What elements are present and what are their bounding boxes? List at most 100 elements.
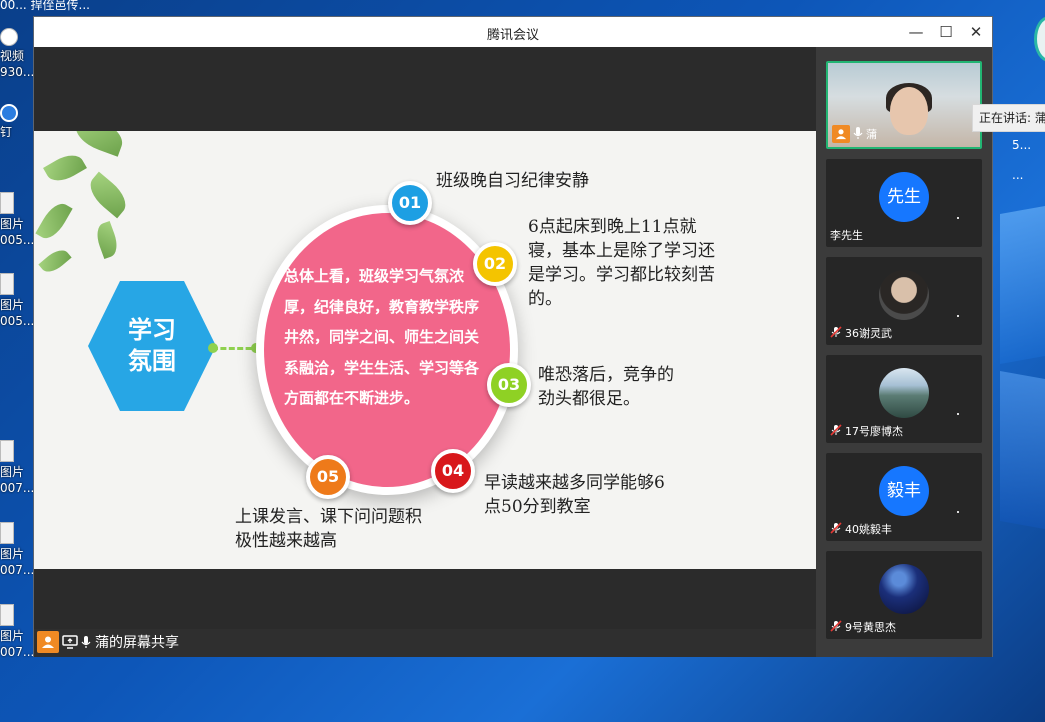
desktop-icon-label: 007... <box>0 481 35 495</box>
window-title: 腾讯会议 <box>486 28 539 43</box>
participant-panel: 蒲 先生 李先生 36谢灵武 17号廖博杰 毅丰 40姚毅丰 9号黄思杰 <box>816 47 992 657</box>
desktop-icon-image[interactable]: 图片 005... <box>0 273 34 329</box>
item-text-02: 6点起床到晚上11点就寝，基本上是除了学习还是学习。学习都比较刻苦的。 <box>528 217 715 309</box>
meeting-window: 腾讯会议 — ☐ ✕ 学习 氛围 总体上看，班级学习气氛浓厚，纪律良好，教育教学… <box>33 16 993 657</box>
desktop-right-fragment: ... <box>1012 168 1024 182</box>
desktop-right-fragment: 5... <box>1012 138 1032 152</box>
item-badge-04: 04 <box>431 449 475 493</box>
avatar: 先生 <box>879 172 929 222</box>
status-dot <box>957 315 959 317</box>
participant-tile[interactable]: 先生 李先生 <box>826 159 982 247</box>
mic-muted-icon <box>830 521 842 537</box>
avatar: 毅丰 <box>879 466 929 516</box>
leaf-decoration <box>92 220 122 260</box>
windows-logo-decoration <box>1000 371 1045 529</box>
desktop-icon-label: 930... <box>0 65 35 79</box>
leaf-decoration <box>43 148 87 188</box>
mic-icon <box>81 635 91 649</box>
file-icon <box>0 28 18 46</box>
desktop-icon-label: 005... <box>0 233 35 247</box>
participant-name-row: 9号黄思杰 <box>830 619 896 635</box>
screen-share-stage[interactable]: 学习 氛围 总体上看，班级学习气氛浓厚，纪律良好，教育教学秩序井然，同学之间、师… <box>34 47 816 657</box>
topic-title-line: 学习 <box>128 316 176 344</box>
item-badge-02: 02 <box>473 242 517 286</box>
image-file-icon <box>0 192 14 214</box>
connector-dot <box>208 343 218 353</box>
desktop-icon-label: 钉 <box>0 125 13 139</box>
screen-share-label: 蒲的屏幕共享 <box>95 635 179 651</box>
image-file-icon <box>0 522 14 544</box>
participant-tile[interactable]: 9号黄思杰 <box>826 551 982 639</box>
participant-name-row: 36谢灵武 <box>830 325 892 341</box>
desktop-icon-label: 007... <box>0 645 35 659</box>
user-icon <box>832 125 850 143</box>
screen-share-label-bar[interactable]: 蒲的屏幕共享 <box>37 630 179 654</box>
mic-muted-icon <box>830 423 842 439</box>
minimize-button[interactable]: — <box>904 20 928 44</box>
participant-name: 李先生 <box>830 229 863 242</box>
avatar <box>879 564 929 614</box>
avatar <box>879 368 929 418</box>
desktop-icon-label: 图片 <box>0 298 25 312</box>
participant-name-row: 17号廖博杰 <box>830 423 903 439</box>
image-file-icon <box>0 273 14 295</box>
mic-icon <box>853 126 863 143</box>
participant-name-row: 蒲 <box>832 125 877 143</box>
leaf-decoration <box>38 245 72 277</box>
desktop-icon-label: 005... <box>0 314 35 328</box>
participant-name: 9号黄思杰 <box>845 621 896 634</box>
item-text-03: 唯恐落后，竞争的劲头都很足。 <box>538 365 674 409</box>
desktop-icon-label: 图片 <box>0 465 25 479</box>
desktop-icon-video[interactable]: 视频 930... <box>0 28 34 80</box>
desktop-icon-label: 视频 <box>0 49 25 63</box>
item-text-01: 班级晚自习纪律安静 <box>436 171 589 191</box>
leaf-decoration <box>70 131 128 157</box>
leaf-decoration <box>83 171 133 219</box>
speaking-tooltip: 正在讲话: 蒲 <box>972 104 1045 132</box>
desktop-icon-label: 图片 <box>0 217 25 231</box>
participant-tile[interactable]: 蒲 <box>826 61 982 149</box>
leaf-decoration <box>35 198 73 244</box>
avatar <box>879 270 929 320</box>
user-icon <box>37 631 59 653</box>
status-dot <box>957 413 959 415</box>
item-badge-05: 05 <box>306 455 350 499</box>
participant-name: 36谢灵武 <box>845 327 892 340</box>
close-button[interactable]: ✕ <box>964 20 988 44</box>
participant-name-row: 40姚毅丰 <box>830 521 892 537</box>
image-file-icon <box>0 604 14 626</box>
app-logo-icon[interactable] <box>1034 16 1045 62</box>
participant-name: 蒲 <box>866 128 877 141</box>
item-badge-03: 03 <box>487 363 531 407</box>
item-text-05: 上课发言、课下问问题积极性越来越高 <box>235 507 422 551</box>
participant-name-row: 李先生 <box>830 227 863 243</box>
participant-tile[interactable]: 毅丰 40姚毅丰 <box>826 453 982 541</box>
participant-tile[interactable]: 36谢灵武 <box>826 257 982 345</box>
mic-muted-icon <box>830 325 842 341</box>
status-dot <box>957 511 959 513</box>
desktop-icon-image[interactable]: 图片 007... <box>0 604 34 660</box>
summary-text: 总体上看，班级学习气氛浓厚，纪律良好，教育教学秩序井然，同学之间、师生之间关系融… <box>284 267 480 407</box>
topic-title: 学习 氛围 <box>88 315 216 377</box>
shared-slide: 学习 氛围 总体上看，班级学习气氛浓厚，纪律良好，教育教学秩序井然，同学之间、师… <box>34 131 816 569</box>
status-dot <box>957 217 959 219</box>
item-badge-01: 01 <box>388 181 432 225</box>
participant-name: 17号廖博杰 <box>845 425 903 438</box>
windows-logo-decoration <box>1000 206 1045 364</box>
desktop-icon-label: 图片 <box>0 547 25 561</box>
desktop-icon-image[interactable]: 图片 007... <box>0 440 34 496</box>
participant-name: 40姚毅丰 <box>845 523 892 536</box>
screen-share-icon <box>62 635 78 649</box>
title-bar[interactable]: 腾讯会议 — ☐ ✕ <box>34 17 992 47</box>
desktop-icon-label: 图片 <box>0 629 25 643</box>
participant-tile[interactable]: 17号廖博杰 <box>826 355 982 443</box>
mic-muted-icon <box>830 619 842 635</box>
item-text-04: 早读越来越多同学能够6点50分到教室 <box>484 473 665 517</box>
topic-title-line: 氛围 <box>128 347 176 375</box>
desktop-top-fragment: 00... 捍侄邑传... <box>0 0 90 12</box>
speaker-face <box>890 87 928 135</box>
desktop-icon-image[interactable]: 图片 005... <box>0 192 34 248</box>
maximize-button[interactable]: ☐ <box>934 20 958 44</box>
desktop-icon-image[interactable]: 图片 007... <box>0 522 34 578</box>
desktop-icon-dingtalk[interactable]: 钉 <box>0 104 34 140</box>
